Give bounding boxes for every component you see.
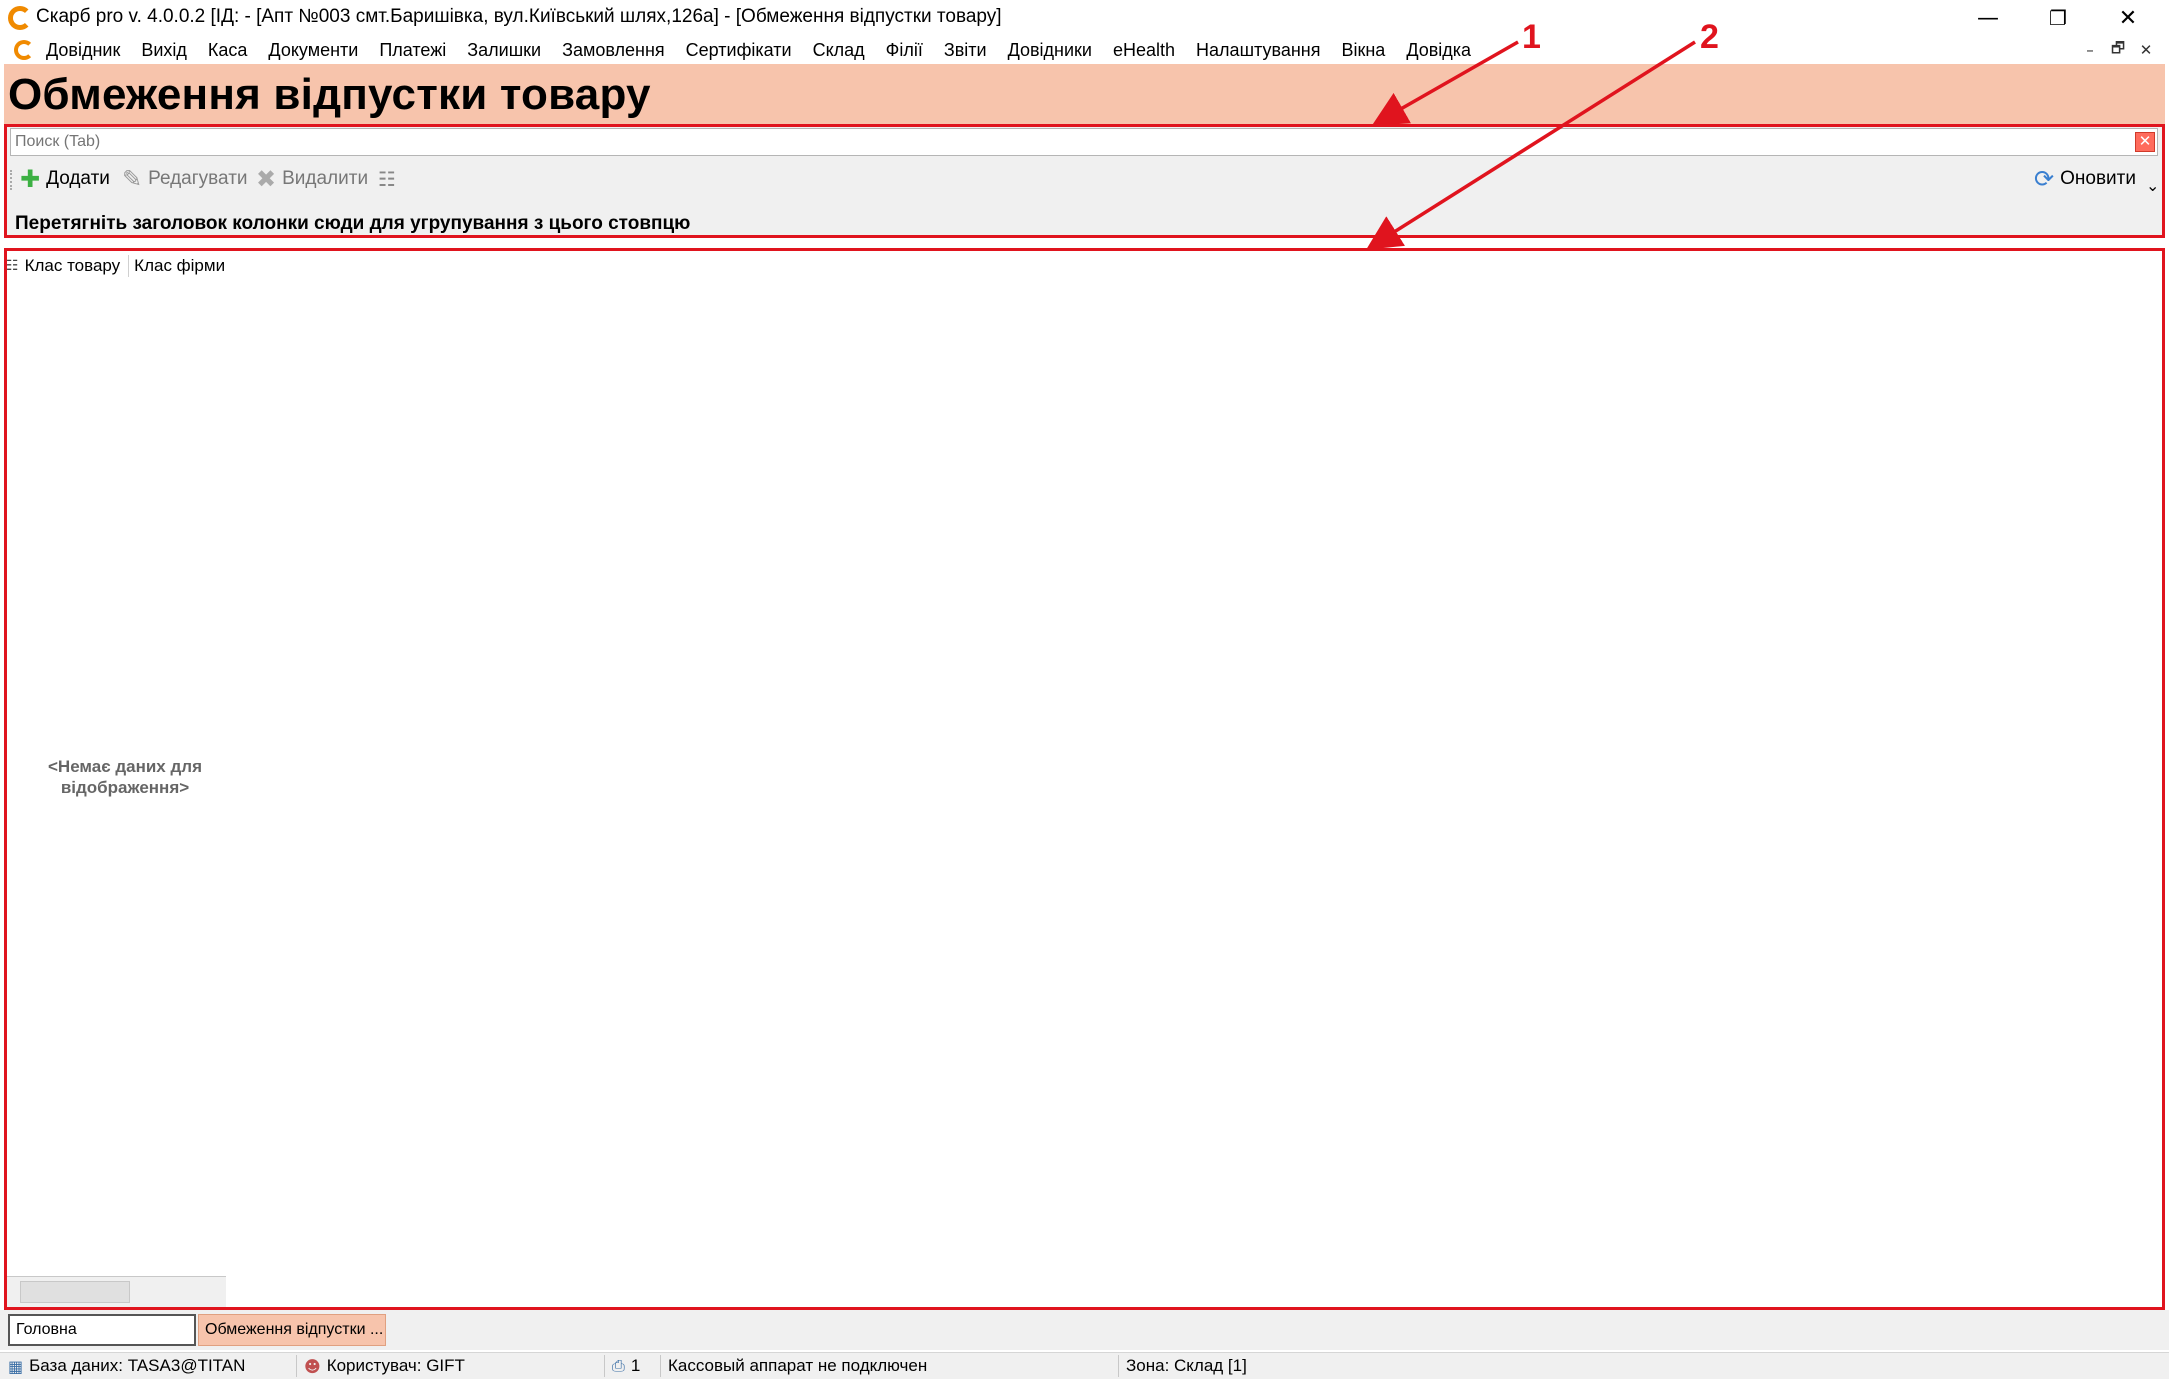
status-separator [604, 1355, 605, 1377]
menu-item-dovidka[interactable]: Довідка [1406, 40, 1471, 61]
tab-obmezhennia[interactable]: Обмеження відпустки ... [198, 1314, 386, 1346]
menu-item-zamovlennia[interactable]: Замовлення [562, 40, 665, 61]
status-cash-count-text: 1 [630, 1356, 641, 1375]
status-database: ▦ База даних: TASA3@TITAN [8, 1356, 245, 1376]
menu-item-kasa[interactable]: Каса [208, 40, 248, 61]
mdi-tab-bar: Головна Обмеження відпустки ... [0, 1310, 2169, 1350]
window-title: Скарб pro v. 4.0.0.2 [ІД: - [Апт №003 см… [36, 6, 1002, 27]
menu-logo-icon [14, 40, 34, 60]
menu-item-sklad[interactable]: Склад [813, 40, 865, 61]
user-icon: ☻ [304, 1356, 321, 1376]
menu-item-sertyfikaty[interactable]: Сертифікати [686, 40, 792, 61]
status-cash-count: ⎙ 1 [612, 1356, 640, 1376]
annotation-label-1: 1 [1522, 18, 1541, 56]
restore-button[interactable]: ❐ [2023, 0, 2093, 36]
tab-golovna[interactable]: Головна [8, 1314, 196, 1346]
status-separator [296, 1355, 297, 1377]
status-database-text: База даних: TASA3@TITAN [29, 1356, 246, 1375]
mdi-restore-button[interactable]: 🗗 [2106, 38, 2130, 62]
minimize-button[interactable]: — [1953, 0, 2023, 36]
menu-item-nalashtuvannia[interactable]: Налаштування [1196, 40, 1320, 61]
menu-item-ehealth[interactable]: eHealth [1113, 40, 1175, 61]
status-separator [1118, 1355, 1119, 1377]
status-zone: Зона: Склад [1] [1126, 1356, 1247, 1375]
menu-item-dokumenty[interactable]: Документи [268, 40, 358, 61]
annotation-box-2 [4, 248, 2165, 1310]
cash-register-icon: ⎙ [612, 1356, 625, 1375]
status-user: ☻ Користувач: GIFT [304, 1356, 465, 1376]
menu-item-dovidnyky[interactable]: Довідники [1008, 40, 1092, 61]
menu-item-vykhid[interactable]: Вихід [141, 40, 187, 61]
status-user-text: Користувач: GIFT [326, 1356, 465, 1375]
close-button[interactable]: ✕ [2093, 0, 2163, 36]
status-cash-text: Кассовый аппарат не подключен [668, 1356, 928, 1375]
menu-item-platezhi[interactable]: Платежі [379, 40, 446, 61]
menu-bar: Довідник Вихід Каса Документи Платежі За… [0, 36, 2169, 64]
status-bar: ▦ База даних: TASA3@TITAN ☻ Користувач: … [0, 1352, 2169, 1379]
annotation-label-2: 2 [1700, 18, 1719, 56]
mdi-minimize-button[interactable]: – [2078, 38, 2102, 62]
menu-item-dovidnyk[interactable]: Довідник [46, 40, 120, 61]
status-separator [660, 1355, 661, 1377]
app-logo-icon [8, 6, 32, 30]
page-title: Обмеження відпустки товару [8, 70, 651, 119]
mdi-close-button[interactable]: ✕ [2134, 38, 2158, 62]
menu-item-zalyshky[interactable]: Залишки [467, 40, 541, 61]
menu-item-vikna[interactable]: Вікна [1341, 40, 1385, 61]
menu-item-zvity[interactable]: Звіти [944, 40, 987, 61]
database-icon: ▦ [8, 1356, 24, 1376]
annotation-box-1 [4, 124, 2165, 238]
menu-item-filii[interactable]: Філії [886, 40, 923, 61]
